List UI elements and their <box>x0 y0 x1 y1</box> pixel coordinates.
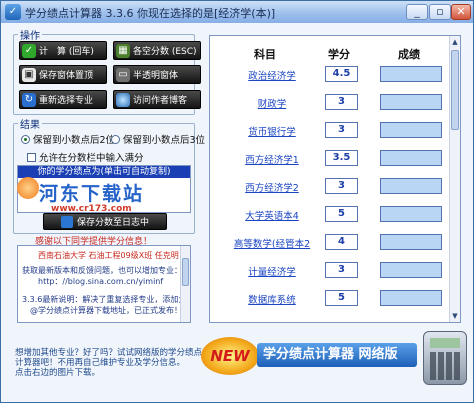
banner-text: 学分绩点计算器 网络版 <box>257 343 417 367</box>
info-line: 3.3.6最新说明：解决了重复选择专业，添加大家的支持， <box>22 295 190 304</box>
operations-legend: 操作 <box>20 31 40 42</box>
radio-dot <box>111 134 120 144</box>
minimize-button[interactable]: _ <box>406 4 428 20</box>
allow-full-score-label: 允许在分数栏中输入满分 <box>39 153 144 164</box>
two-decimals-radio[interactable]: 保留到小数点后2位 <box>21 132 115 146</box>
subject-link[interactable]: 财政学 <box>224 96 320 110</box>
calculator-screen <box>430 338 460 348</box>
credit-value: 4 <box>325 234 358 250</box>
calculator-icon: ▦ <box>116 43 130 58</box>
subjects-scrollbar[interactable]: ▲ ▼ <box>449 36 460 322</box>
credit-value: 3 <box>325 94 358 110</box>
clear-scores-button[interactable]: ▦ 各空分数 (ESC) <box>113 41 201 60</box>
app-window: ✓ 学分绩点计算器 3.3.6 你现在选择的是[经济学(本)] _ ▫ ✕ 操作… <box>0 0 474 403</box>
credit-value: 3 <box>325 178 358 194</box>
save-scores-label: 保存分数至日志中 <box>76 218 149 228</box>
score-input[interactable] <box>380 262 442 278</box>
scrollbar-thumb[interactable] <box>182 258 189 286</box>
scroll-up-icon[interactable]: ▲ <box>451 37 459 47</box>
subject-link[interactable]: 政治经济学 <box>224 68 320 82</box>
credit-value: 5 <box>325 206 358 222</box>
credit-value: 3 <box>325 262 358 278</box>
credit-value: 4.5 <box>325 66 358 82</box>
result-header[interactable]: 你的学分绩点为(单击可自动复制) <box>18 166 190 178</box>
close-button[interactable]: ✕ <box>451 4 471 20</box>
footnote: 想增加其他专业？好了吗？试试网络版的学分绩点 计算器吧！不用再自己维护专业及学分… <box>15 348 202 378</box>
subject-link[interactable]: 西方经济学1 <box>224 152 320 166</box>
watermark-logo <box>17 177 39 199</box>
two-decimals-label: 保留到小数点后2位 <box>33 135 116 146</box>
subject-column-header: 科目 <box>254 48 276 61</box>
app-icon: ✓ <box>5 4 21 20</box>
subject-link[interactable]: 高等数学(经管本2 <box>224 236 320 250</box>
subject-link[interactable]: 计量经济学 <box>224 264 320 278</box>
credit-column-header: 学分 <box>328 48 350 61</box>
window-on-top-button[interactable]: ▣ 保存窗体置顶 <box>19 65 107 84</box>
subject-link[interactable]: 数据库系统 <box>224 292 320 306</box>
checkbox-box <box>27 152 36 162</box>
author-blog-label: 访问作者博客 <box>133 96 188 106</box>
online-version-banner[interactable]: NEW 学分绩点计算器 网络版 <box>201 329 471 389</box>
three-decimals-radio[interactable]: 保留到小数点后3位 <box>111 132 205 146</box>
subject-link[interactable]: 大学英语本4 <box>224 208 320 222</box>
info-line: 西南石油大学 石油工程09级X班 任克明 <box>38 251 179 260</box>
score-input[interactable] <box>380 66 442 82</box>
score-input[interactable] <box>380 122 442 138</box>
score-column-header: 成绩 <box>398 48 420 61</box>
reselect-major-button[interactable]: ↻ 重新选择专业 <box>19 90 107 109</box>
info-line: @学分绩点计算器下载地址，已正式发布！ 欢迎下载！ <box>29 306 190 315</box>
score-input[interactable] <box>380 150 442 166</box>
translucent-window-button[interactable]: ▭ 半透明窗体 <box>113 65 201 84</box>
score-input[interactable] <box>380 234 442 250</box>
radio-dot-selected <box>21 134 30 144</box>
refresh-icon: ↻ <box>22 92 36 107</box>
calculator-keys <box>430 352 460 380</box>
watermark-text: 河东下载站 <box>39 183 145 205</box>
info-scrollbar[interactable] <box>180 246 190 322</box>
allow-full-score-checkbox[interactable]: 允许在分数栏中输入满分 <box>27 150 144 164</box>
calculator-icon <box>423 331 467 385</box>
calculate-button[interactable]: ✓ 计 算 (回车) <box>19 41 107 60</box>
new-badge: NEW <box>201 337 259 375</box>
calculate-button-label: 计 算 (回车) <box>39 47 94 57</box>
three-decimals-label: 保留到小数点后3位 <box>123 135 206 146</box>
window-on-top-label: 保存窗体置顶 <box>39 71 94 81</box>
scrollbar-thumb[interactable] <box>451 50 459 130</box>
translucent-window-label: 半透明窗体 <box>133 71 179 81</box>
author-blog-button[interactable]: 访问作者博客 <box>113 90 201 109</box>
globe-icon <box>116 92 130 107</box>
subject-link[interactable]: 西方经济学2 <box>224 180 320 194</box>
reselect-major-label: 重新选择专业 <box>39 96 94 106</box>
subject-link[interactable]: 货币银行学 <box>224 124 320 138</box>
credit-value: 3.5 <box>325 150 358 166</box>
scroll-down-icon[interactable]: ▼ <box>451 311 459 321</box>
footnote-line: 想增加其他专业？好了吗？试试网络版的学分绩点 <box>15 348 203 358</box>
footnote-line: 点击右边的图片下载。 <box>15 368 101 378</box>
results-legend: 结果 <box>20 120 40 131</box>
window-icon: ▭ <box>116 67 130 82</box>
footnote-line: 计算器吧！不用再自己维护专业及学分信息。 <box>15 358 186 368</box>
info-link[interactable]: http：//blog.sina.com.cn/yiminf <box>38 276 163 287</box>
save-icon <box>60 215 73 228</box>
pin-icon: ▣ <box>22 67 36 82</box>
subjects-panel: 科目 学分 成绩 政治经济学 4.5 财政学 3 货币银行学 3 西方经济学1 … <box>209 35 461 323</box>
info-textbox[interactable]: 西南石油大学 石油工程09级X班 任克明 获取最新版本和反馈问题，也可以增加专业… <box>17 245 191 323</box>
title-bar[interactable]: ✓ 学分绩点计算器 3.3.6 你现在选择的是[经济学(本)] _ ▫ ✕ <box>1 1 473 23</box>
check-icon: ✓ <box>22 43 36 58</box>
score-input[interactable] <box>380 206 442 222</box>
window-title: 学分绩点计算器 3.3.6 你现在选择的是[经济学(本)] <box>25 7 276 20</box>
score-input[interactable] <box>380 178 442 194</box>
clear-scores-label: 各空分数 (ESC) <box>133 47 197 57</box>
score-input[interactable] <box>380 94 442 110</box>
credit-value: 5 <box>325 290 358 306</box>
info-line: 获取最新版本和反馈问题，也可以增加专业： <box>22 266 182 275</box>
credit-value: 3 <box>325 122 358 138</box>
score-input[interactable] <box>380 290 442 306</box>
restore-button[interactable]: ▫ <box>429 4 451 20</box>
save-scores-button[interactable]: 保存分数至日志中 <box>43 213 167 230</box>
